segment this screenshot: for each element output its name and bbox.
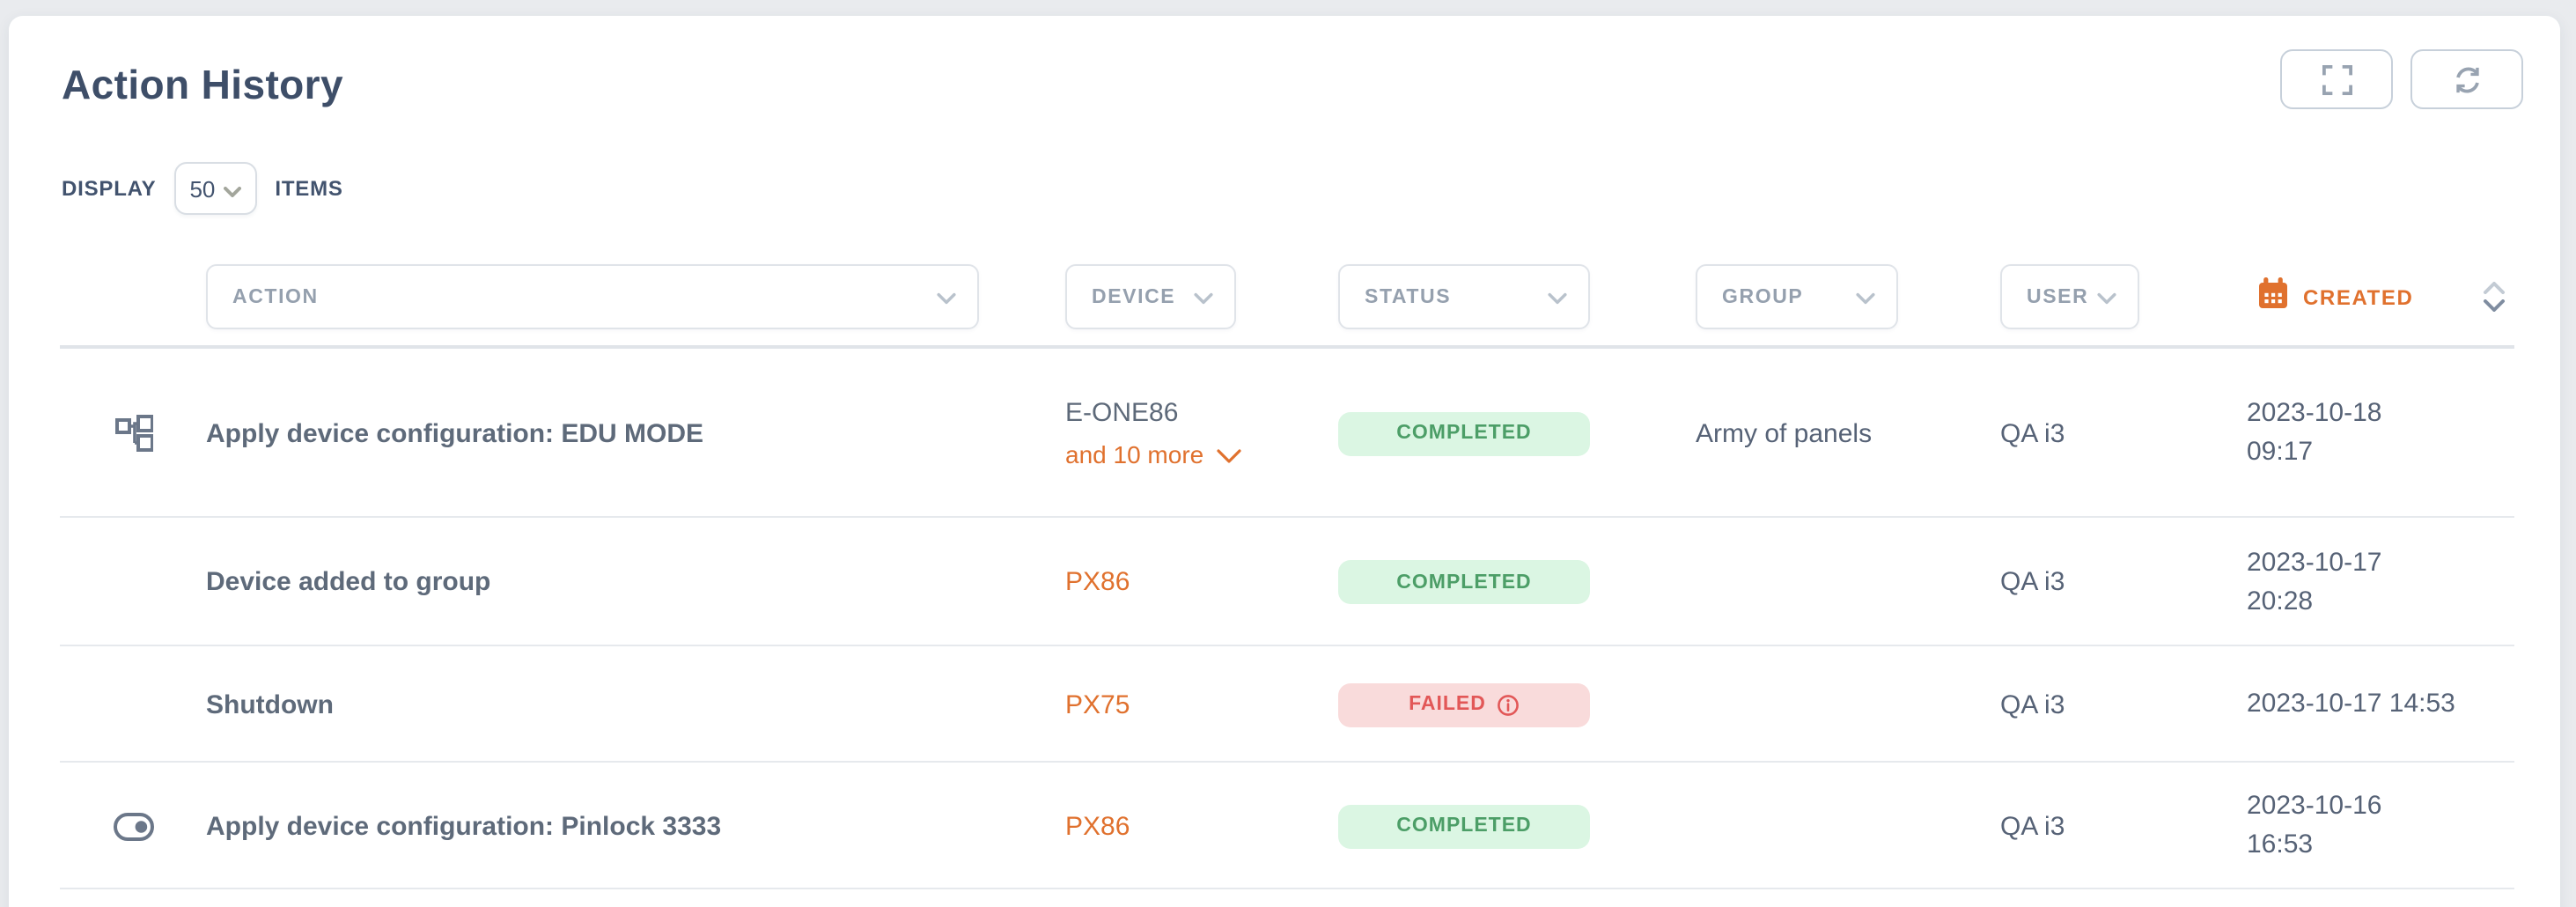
- card-toolbar: [2280, 49, 2523, 109]
- device-cell: E-ONE86 and 10 more: [1065, 398, 1338, 468]
- filter-status-label: STATUS: [1365, 286, 1451, 307]
- table-row[interactable]: Apply device configuration: EDU MODE E-O…: [9, 349, 2560, 518]
- chevron-down-icon: [1856, 281, 1875, 313]
- status-badge: COMPLETED: [1338, 560, 1590, 604]
- display-count-select[interactable]: 50: [173, 162, 257, 215]
- device-link[interactable]: PX86: [1065, 811, 1130, 841]
- action-cell: Shutdown: [206, 689, 1065, 719]
- column-created-header[interactable]: CREATED: [2247, 276, 2514, 318]
- device-more-toggle[interactable]: and 10 more: [1065, 440, 1338, 468]
- status-badge: COMPLETED: [1338, 411, 1590, 455]
- status-cell: FAILED: [1338, 682, 1696, 726]
- display-count-control: DISPLAY 50 ITEMS: [62, 162, 2560, 215]
- status-label: FAILED: [1409, 694, 1486, 715]
- created-cell: 2023-10-17 20:28: [2247, 543, 2514, 621]
- status-badge: COMPLETED: [1338, 804, 1590, 848]
- filter-user-label: USER: [2027, 286, 2088, 307]
- table-filter-row: ACTION DEVICE STATUS GROUP: [9, 264, 2560, 329]
- chevron-down-icon: [1548, 281, 1567, 313]
- filter-group[interactable]: GROUP: [1696, 264, 1898, 329]
- user-cell: QA i3: [2000, 811, 2247, 841]
- table-row[interactable]: Shutdown PX75 FAILED QA i3: [9, 646, 2560, 763]
- created-cell: 2023-10-17 14:53: [2247, 685, 2514, 724]
- user-cell: QA i3: [2000, 418, 2247, 448]
- chevron-down-icon: [224, 175, 241, 202]
- fullscreen-button[interactable]: [2280, 49, 2393, 109]
- chevron-down-icon: [1194, 281, 1213, 313]
- refresh-icon: [2452, 64, 2482, 94]
- action-cell: Apply device configuration: Pinlock 3333: [206, 811, 1065, 841]
- chevron-down-icon: [2097, 281, 2116, 313]
- calendar-icon: [2257, 276, 2289, 318]
- chevron-down-icon: [937, 281, 956, 313]
- device-link[interactable]: PX86: [1065, 567, 1130, 597]
- info-icon[interactable]: [1497, 693, 1520, 716]
- sitemap-icon: [60, 414, 206, 453]
- status-badge: FAILED: [1338, 682, 1590, 726]
- action-cell: Device added to group: [206, 567, 1065, 597]
- action-history-panel: Action History: [0, 0, 2576, 907]
- display-label: DISPLAY: [62, 176, 156, 201]
- refresh-button[interactable]: [2410, 49, 2523, 109]
- page-title: Action History: [62, 62, 2560, 109]
- chevron-down-icon: [1216, 440, 1240, 468]
- device-more-label: and 10 more: [1065, 440, 1203, 468]
- status-cell: COMPLETED: [1338, 411, 1696, 455]
- toggle-icon: [60, 811, 206, 841]
- table-row[interactable]: Apply device configuration: Pinlock 3333…: [9, 763, 2560, 889]
- group-cell: Army of panels: [1696, 418, 2000, 448]
- filter-action[interactable]: ACTION: [206, 264, 979, 329]
- items-label: ITEMS: [275, 176, 342, 201]
- device-link[interactable]: PX75: [1065, 689, 1130, 719]
- fullscreen-icon: [2322, 64, 2352, 94]
- action-history-card: Action History: [9, 16, 2560, 907]
- device-name: E-ONE86: [1065, 398, 1338, 428]
- status-cell: COMPLETED: [1338, 560, 1696, 604]
- display-count-value: 50: [189, 175, 215, 202]
- user-cell: QA i3: [2000, 689, 2247, 719]
- action-cell: Apply device configuration: EDU MODE: [206, 418, 1065, 448]
- filter-user[interactable]: USER: [2000, 264, 2139, 329]
- filter-status[interactable]: STATUS: [1338, 264, 1590, 329]
- filter-group-label: GROUP: [1722, 286, 1803, 307]
- created-cell: 2023-10-18 09:17: [2247, 395, 2514, 472]
- sort-asc-icon: [2483, 282, 2506, 294]
- sort-desc-icon: [2483, 299, 2506, 312]
- created-cell: 2023-10-16 16:53: [2247, 787, 2514, 865]
- table-row[interactable]: Device added to group PX86 COMPLETED QA …: [9, 518, 2560, 646]
- user-cell: QA i3: [2000, 567, 2247, 597]
- sort-control[interactable]: [2483, 282, 2506, 312]
- filter-device[interactable]: DEVICE: [1065, 264, 1236, 329]
- filter-device-label: DEVICE: [1092, 286, 1175, 307]
- filter-action-label: ACTION: [232, 286, 319, 307]
- status-cell: COMPLETED: [1338, 804, 1696, 848]
- column-created-label: CREATED: [2303, 284, 2413, 309]
